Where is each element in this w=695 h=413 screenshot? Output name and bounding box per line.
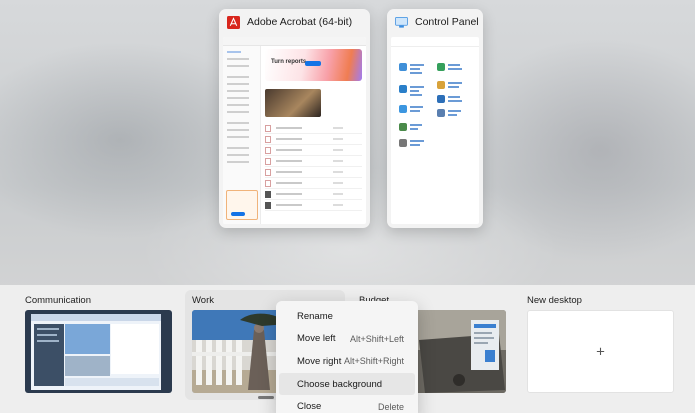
selected-desktop-indicator — [258, 396, 274, 399]
window-title: Adobe Acrobat (64-bit) — [247, 16, 353, 28]
control-panel-preview — [391, 37, 479, 224]
desktop-thumbnail-communication[interactable] — [25, 310, 172, 393]
menu-item-move-right[interactable]: Move right Alt+Shift+Right — [279, 350, 415, 373]
shortcut-label: Delete — [377, 401, 404, 412]
window-title: Control Panel — [415, 16, 479, 28]
acrobat-icon — [227, 15, 240, 29]
window-thumbnail-control-panel[interactable]: Control Panel — [387, 9, 483, 228]
desktop-label-work: Work — [192, 295, 214, 306]
menu-item-close[interactable]: Close Delete — [279, 395, 415, 413]
desktop-label-new-desktop: New desktop — [527, 295, 582, 306]
desktop-label-communication: Communication — [25, 295, 91, 306]
menu-item-rename[interactable]: Rename — [279, 305, 415, 328]
menu-item-choose-background[interactable]: Choose background — [279, 372, 415, 396]
window-thumbnail-acrobat[interactable]: Adobe Acrobat (64-bit) Turn reports... — [219, 9, 370, 228]
communication-desktop-preview — [25, 310, 172, 393]
window-title-bar: Adobe Acrobat (64-bit) — [219, 9, 370, 35]
add-icon: + — [596, 343, 605, 360]
shortcut-label: Alt+Shift+Right — [343, 356, 404, 367]
new-desktop-button[interactable]: + — [527, 310, 674, 393]
acrobat-preview: Turn reports... — [223, 37, 366, 224]
shortcut-label: Alt+Shift+Left — [349, 333, 404, 344]
window-title-bar: Control Panel — [387, 9, 483, 35]
desktop-context-menu: Rename Move left Alt+Shift+Left Move rig… — [276, 301, 418, 413]
control-panel-icon — [395, 16, 408, 28]
menu-item-move-left[interactable]: Move left Alt+Shift+Left — [279, 328, 415, 351]
